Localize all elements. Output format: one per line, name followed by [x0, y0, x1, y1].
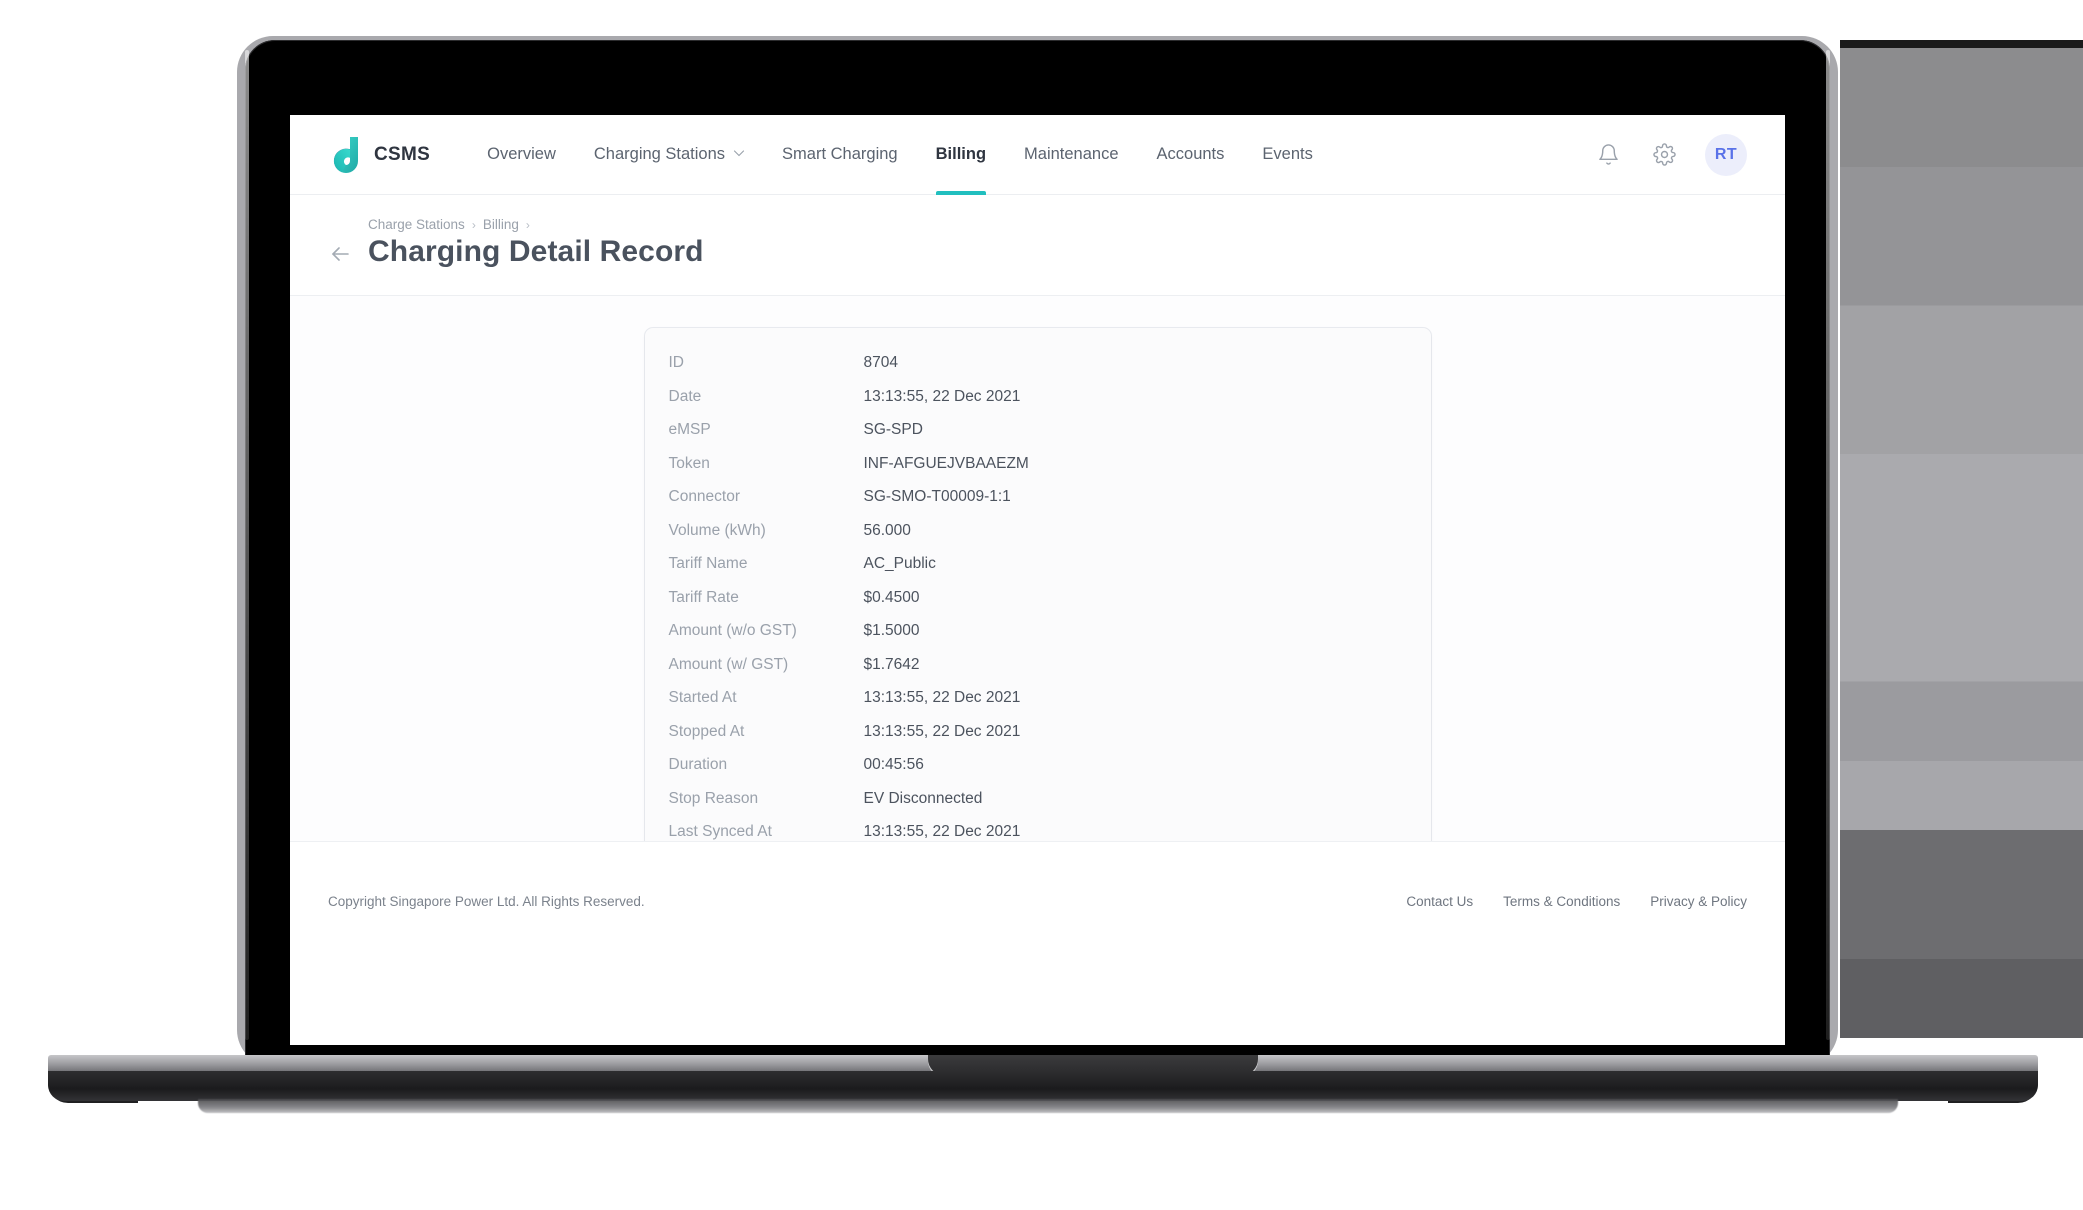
lid-highlight-left: [245, 50, 249, 1040]
detail-value: AC_Public: [863, 555, 936, 572]
backdrop-wall: [1840, 48, 2083, 1038]
page-content: ID 8704 Date 13:13:55, 22 Dec 2021 eMSP …: [290, 296, 1785, 885]
top-navigation-bar: CSMS Overview Charging Stations Smart Ch…: [290, 115, 1785, 195]
detail-row: Stop Reason EV Disconnected: [669, 790, 1407, 824]
detail-label: Started At: [668, 689, 737, 706]
detail-label: ID: [668, 354, 685, 371]
page-header: Charge Stations › Billing › Charging Det…: [290, 195, 1785, 296]
breadcrumb-item-billing[interactable]: Billing: [483, 217, 519, 232]
page-title: Charging Detail Record: [368, 235, 704, 268]
browser-viewport: CSMS Overview Charging Stations Smart Ch…: [290, 115, 1785, 1045]
footer-link-terms-conditions[interactable]: Terms & Conditions: [1503, 894, 1620, 909]
arrow-left-icon[interactable]: [328, 241, 354, 267]
detail-label: Tariff Name: [668, 555, 748, 572]
nav-item-label: Events: [1262, 145, 1313, 163]
breadcrumb: Charge Stations › Billing ›: [368, 217, 704, 232]
detail-value: EV Disconnected: [863, 789, 983, 807]
detail-row: Stopped At 13:13:55, 22 Dec 2021: [669, 723, 1407, 757]
detail-value: 8704: [863, 354, 898, 371]
detail-value: SG-SPD: [863, 421, 923, 438]
footer-links: Contact Us Terms & Conditions Privacy & …: [1406, 894, 1747, 909]
detail-row: Volume (kWh) 56.000: [669, 522, 1407, 556]
detail-label: Duration: [668, 756, 728, 773]
scene: CSMS Overview Charging Stations Smart Ch…: [0, 0, 2083, 1210]
detail-row: Amount (w/ GST) $1.7642: [669, 656, 1407, 690]
detail-row: Amount (w/o GST) $1.5000: [669, 622, 1407, 656]
nav-item-smart-charging[interactable]: Smart Charging: [763, 115, 917, 195]
detail-value: $0.4500: [863, 588, 920, 606]
detail-label: Stopped At: [668, 722, 745, 740]
brand[interactable]: CSMS: [328, 135, 430, 175]
nav-item-label: Smart Charging: [782, 145, 898, 163]
base-shadow: [198, 1099, 1898, 1113]
charging-detail-card: ID 8704 Date 13:13:55, 22 Dec 2021 eMSP …: [644, 328, 1431, 885]
detail-label: Date: [668, 387, 702, 405]
avatar[interactable]: RT: [1705, 133, 1747, 176]
nav-item-charging-stations[interactable]: Charging Stations: [575, 115, 763, 195]
nav-item-overview[interactable]: Overview: [468, 115, 575, 195]
detail-value: 13:13:55, 22 Dec 2021: [863, 823, 1021, 840]
detail-row: ID 8704: [669, 354, 1407, 388]
nav-item-label: Maintenance: [1024, 145, 1119, 163]
detail-label: Tariff Rate: [668, 588, 739, 606]
detail-label: Volume (kWh): [668, 521, 766, 539]
footer-link-contact-us[interactable]: Contact Us: [1406, 894, 1473, 909]
base-body: [48, 1071, 2038, 1101]
detail-row: Connector SG-SMO-T00009-1:1: [669, 488, 1407, 522]
nav-item-maintenance[interactable]: Maintenance: [1005, 115, 1137, 195]
breadcrumb-item-charge-stations[interactable]: Charge Stations: [368, 217, 465, 232]
laptop-device: CSMS Overview Charging Stations Smart Ch…: [237, 36, 1838, 1066]
nav-item-accounts[interactable]: Accounts: [1138, 115, 1244, 195]
nav-links: Overview Charging Stations Smart Chargin…: [468, 115, 1332, 195]
nav-item-label: Charging Stations: [593, 145, 726, 163]
detail-label: Connector: [668, 488, 741, 505]
detail-value: 13:13:55, 22 Dec 2021: [863, 689, 1021, 706]
nav-item-billing[interactable]: Billing: [917, 115, 1005, 195]
chevron-down-icon: [733, 147, 745, 158]
detail-value: INF-AFGUEJVBAAEZM: [863, 454, 1029, 472]
breadcrumb-separator-icon: ›: [471, 217, 476, 232]
detail-value: 13:13:55, 22 Dec 2021: [863, 387, 1021, 405]
breadcrumb-separator-icon: ›: [525, 217, 530, 232]
detail-label: Last Synced At: [668, 823, 772, 840]
lid-highlight-right: [1826, 50, 1830, 1040]
detail-value: $1.7642: [863, 655, 920, 673]
detail-label: eMSP: [668, 421, 711, 438]
page-footer: Copyright Singapore Power Ltd. All Right…: [290, 841, 1785, 961]
detail-value: 56.000: [863, 521, 911, 539]
detail-label: Token: [668, 454, 710, 472]
laptop-base: [48, 1055, 2038, 1115]
nav-item-label: Accounts: [1156, 145, 1225, 163]
detail-row: Tariff Rate $0.4500: [669, 589, 1407, 623]
nav-item-events[interactable]: Events: [1243, 115, 1331, 195]
bell-icon[interactable]: [1593, 140, 1623, 170]
detail-value: 00:45:56: [863, 756, 924, 773]
detail-value: $1.5000: [863, 622, 920, 639]
detail-value: SG-SMO-T00009-1:1: [863, 488, 1011, 505]
detail-row: Tariff Name AC_Public: [669, 555, 1407, 589]
detail-row: Duration 00:45:56: [669, 756, 1407, 790]
detail-label: Amount (w/o GST): [668, 622, 797, 639]
detail-label: Stop Reason: [668, 789, 759, 807]
page-header-text: Charge Stations › Billing › Charging Det…: [368, 217, 704, 269]
copyright-text: Copyright Singapore Power Ltd. All Right…: [328, 894, 645, 909]
nav-right-actions: RT: [1593, 133, 1747, 176]
detail-row: Started At 13:13:55, 22 Dec 2021: [669, 689, 1407, 723]
gear-icon[interactable]: [1649, 140, 1679, 170]
brand-name: CSMS: [374, 143, 431, 165]
detail-value: 13:13:55, 22 Dec 2021: [863, 722, 1021, 740]
nav-item-label: Overview: [487, 145, 556, 163]
footer-link-privacy-policy[interactable]: Privacy & Policy: [1650, 894, 1747, 909]
detail-label: Amount (w/ GST): [668, 655, 789, 673]
csms-d-logo-icon: [328, 135, 362, 175]
detail-row: Date 13:13:55, 22 Dec 2021: [669, 388, 1407, 422]
nav-item-label: Billing: [935, 145, 987, 163]
detail-row: eMSP SG-SPD: [669, 421, 1407, 455]
detail-row: Token INF-AFGUEJVBAAEZM: [669, 455, 1407, 489]
